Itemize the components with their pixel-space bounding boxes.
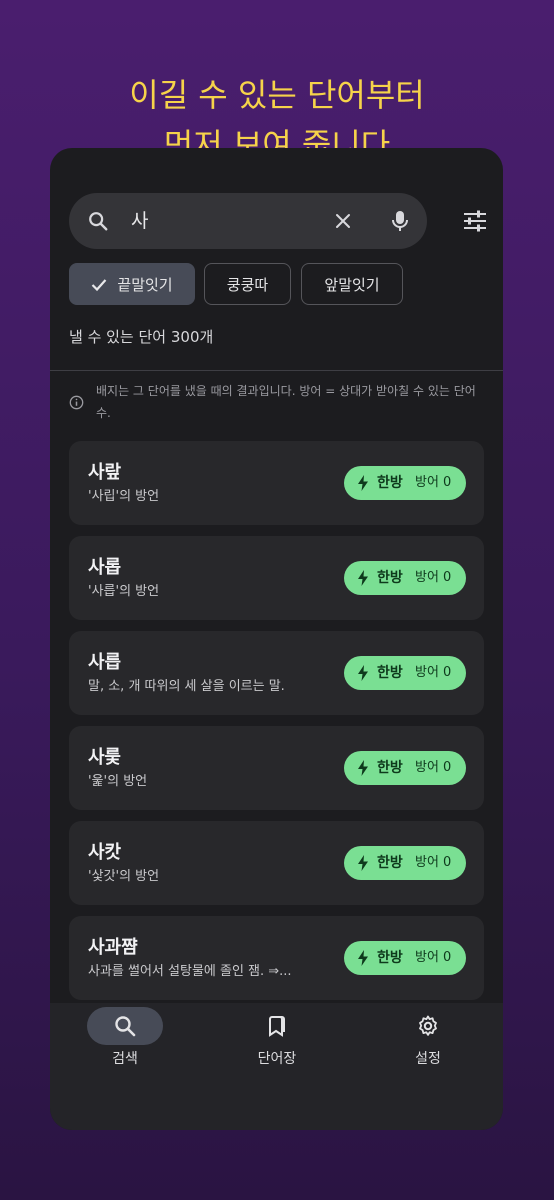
filter-settings-icon[interactable] [462,209,488,233]
result-word: 사릋 [88,747,122,768]
badge-label: 한방 [377,855,403,871]
result-item[interactable]: 사캇 '샃갓'의 방언 한방 방어 0 [69,821,484,905]
result-word: 사캇 [88,842,122,863]
result-item[interactable]: 사릋 '욽'의 방언 한방 방어 0 [69,726,484,810]
nav-label: 설정 [415,1051,441,1067]
result-definition: 사과를 썰어서 설탕물에 졸인 잼. ⇒... [88,964,292,979]
gear-icon [419,1015,437,1036]
search-input[interactable]: 사 [131,207,148,235]
nav-search[interactable]: 검색 [50,1003,200,1093]
result-definition: '샃갓'의 방언 [88,869,160,884]
search-icon [115,1016,136,1037]
bolt-icon [358,855,368,871]
result-item[interactable]: 사롭 '사릅'의 방언 한방 방어 0 [69,536,484,620]
outcome-badge: 한방 방어 0 [344,466,466,500]
search-bar[interactable]: 사 [69,193,427,249]
check-icon [92,279,107,292]
search-row: 사 [69,193,489,249]
result-item[interactable]: 사랖 '사립'의 방언 한방 방어 0 [69,441,484,525]
badge-label: 한방 [377,570,403,586]
badge-label: 한방 [377,950,403,966]
nav-label: 검색 [112,1051,138,1067]
chip-label: 쿵쿵따 [226,276,269,294]
result-definition: '사립'의 방언 [88,489,160,504]
result-word: 사릅 [88,652,122,673]
chip-label: 끝말잇기 [117,276,173,294]
chip-label: 앞말잇기 [324,276,380,294]
badge-label: 한방 [377,665,403,681]
result-definition: '사릅'의 방언 [88,584,160,599]
nav-wordbook[interactable]: 단어장 [202,1003,352,1093]
close-icon[interactable] [333,211,353,231]
badge-defense: 방어 0 [415,950,452,965]
outcome-badge: 한방 방어 0 [344,656,466,690]
outcome-badge: 한방 방어 0 [344,846,466,880]
chip-kungkungtta[interactable]: 쿵쿵따 [204,263,291,305]
search-icon [89,212,108,231]
badge-defense: 방어 0 [415,760,452,775]
badge-defense: 방어 0 [415,855,452,870]
result-definition: '욽'의 방언 [88,774,148,789]
badge-label: 한방 [377,475,403,491]
headline-line-1: 이길 수 있는 단어부터 [129,76,425,114]
badge-defense: 방어 0 [415,475,452,490]
result-item[interactable]: 사과쨤 사과를 썰어서 설탕물에 졸인 잼. ⇒... 한방 방어 0 [69,916,484,1000]
badge-defense: 방어 0 [415,570,452,585]
bolt-icon [358,570,368,586]
app-screen: 사 끝말잇기 쿵쿵따 앞말잇기 낼 수 있는 단어 300개 배지는 그 단어를… [50,148,503,1130]
bolt-icon [358,760,368,776]
result-definition: 말, 소, 개 따위의 세 살을 이르는 말. [88,679,285,694]
chip-apmal[interactable]: 앞말잇기 [301,263,403,305]
microphone-icon[interactable] [389,209,411,233]
result-word: 사과쨤 [88,937,138,958]
info-text: 배지는 그 단어를 냈을 때의 결과입니다. 방어 = 상대가 받아칠 수 있는… [96,384,476,420]
bookmarks-icon [269,1016,285,1037]
bottom-navigation: 검색 단어장 설정 [50,1003,503,1130]
result-count: 낼 수 있는 단어 300개 [69,328,214,346]
divider [50,370,503,371]
bolt-icon [358,950,368,966]
nav-label: 단어장 [257,1051,297,1067]
badge-defense: 방어 0 [415,665,452,680]
outcome-badge: 한방 방어 0 [344,751,466,785]
bolt-icon [358,475,368,491]
result-word: 사랖 [88,462,122,483]
bolt-icon [358,665,368,681]
result-item[interactable]: 사릅 말, 소, 개 따위의 세 살을 이르는 말. 한방 방어 0 [69,631,484,715]
result-word: 사롭 [88,557,122,578]
badge-label: 한방 [377,760,403,776]
info-icon [69,395,84,410]
outcome-badge: 한방 방어 0 [344,561,466,595]
nav-settings[interactable]: 설정 [353,1003,503,1093]
outcome-badge: 한방 방어 0 [344,941,466,975]
chip-kkeutmal[interactable]: 끝말잇기 [69,263,195,305]
